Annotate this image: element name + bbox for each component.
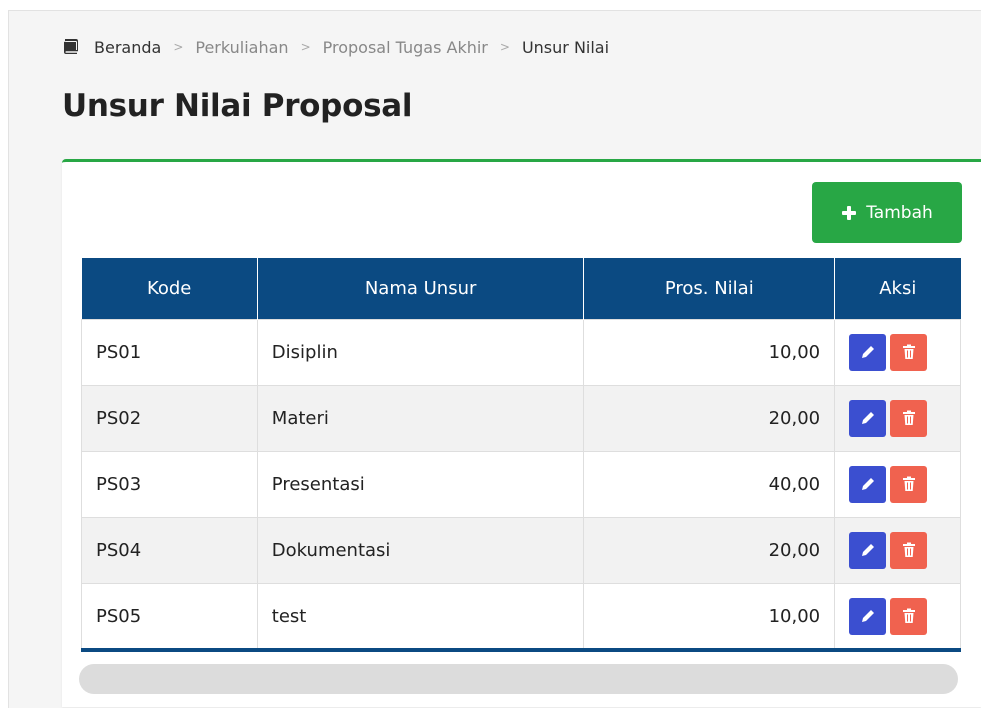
table-row: PS05 test 10,00 <box>81 582 961 650</box>
table-footer-divider <box>81 648 961 652</box>
horizontal-scrollbar[interactable] <box>79 664 958 694</box>
delete-button[interactable] <box>890 531 928 569</box>
table-row: PS02 Materi 20,00 <box>81 384 961 452</box>
table-row: PS03 Presentasi 40,00 <box>81 450 961 518</box>
edit-button[interactable] <box>849 531 887 569</box>
unsur-nilai-card: Tambah Kode Nama Unsur Pros. Nilai Aksi … <box>62 159 981 707</box>
trash-icon <box>902 410 915 425</box>
cell-pros-nilai: 10,00 <box>583 582 836 650</box>
table-row: PS01 Disiplin 10,00 <box>81 318 961 386</box>
trash-icon <box>902 608 915 623</box>
delete-button[interactable] <box>890 597 928 635</box>
column-header-kode[interactable]: Kode <box>81 258 258 319</box>
cell-kode: PS02 <box>81 384 258 452</box>
page-title: Unsur Nilai Proposal <box>62 88 413 124</box>
cell-aksi <box>834 516 961 584</box>
edit-button[interactable] <box>849 465 887 503</box>
edit-button[interactable] <box>849 597 887 635</box>
breadcrumb-unsur-nilai: Unsur Nilai <box>521 37 610 57</box>
cell-aksi <box>834 384 961 452</box>
plus-icon <box>841 205 857 221</box>
delete-button[interactable] <box>890 399 928 437</box>
trash-icon <box>902 542 915 557</box>
cell-kode: PS05 <box>81 582 258 650</box>
cell-nama-unsur: Presentasi <box>256 450 585 518</box>
delete-button[interactable] <box>890 465 928 503</box>
cell-kode: PS04 <box>81 516 258 584</box>
cell-aksi <box>834 450 961 518</box>
breadcrumb-proposal-tugas-akhir[interactable]: Proposal Tugas Akhir <box>323 38 488 57</box>
cell-nama-unsur: Dokumentasi <box>256 516 585 584</box>
cell-pros-nilai: 40,00 <box>583 450 836 518</box>
cell-nama-unsur: Disiplin <box>256 318 585 386</box>
cell-pros-nilai: 20,00 <box>583 516 836 584</box>
add-button-label: Tambah <box>866 202 933 223</box>
pencil-icon <box>861 346 874 358</box>
breadcrumb-perkuliahan[interactable]: Perkuliahan <box>195 38 288 57</box>
cell-aksi <box>834 318 961 386</box>
trash-icon <box>902 476 915 491</box>
cell-pros-nilai: 10,00 <box>583 318 836 386</box>
column-header-nama-unsur[interactable]: Nama Unsur <box>257 258 585 319</box>
column-header-aksi: Aksi <box>834 258 961 319</box>
breadcrumb: Beranda > Perkuliahan > Proposal Tugas A… <box>62 36 609 58</box>
chevron-right-icon: > <box>173 40 184 54</box>
cell-aksi <box>834 582 961 650</box>
table-header-row: Kode Nama Unsur Pros. Nilai Aksi <box>81 258 961 319</box>
edit-button[interactable] <box>849 333 887 371</box>
edit-button[interactable] <box>849 399 887 437</box>
cell-nama-unsur: Materi <box>256 384 585 452</box>
column-header-pros-nilai[interactable]: Pros. Nilai <box>583 258 836 319</box>
cell-kode: PS01 <box>81 318 258 386</box>
chevron-right-icon: > <box>499 40 510 54</box>
delete-button[interactable] <box>890 333 928 371</box>
trash-icon <box>902 344 915 359</box>
cell-nama-unsur: test <box>256 582 585 650</box>
cell-pros-nilai: 20,00 <box>583 384 836 452</box>
unsur-nilai-table: Kode Nama Unsur Pros. Nilai Aksi PS01 Di… <box>81 258 961 650</box>
book-icon <box>62 39 80 55</box>
pencil-icon <box>861 544 874 556</box>
table-row: PS04 Dokumentasi 20,00 <box>81 516 961 584</box>
pencil-icon <box>861 412 874 424</box>
breadcrumb-beranda[interactable]: Beranda <box>94 38 161 57</box>
cell-kode: PS03 <box>81 450 258 518</box>
chevron-right-icon: > <box>300 40 311 54</box>
pencil-icon <box>861 610 874 622</box>
pencil-icon <box>861 478 874 490</box>
add-button[interactable]: Tambah <box>812 182 962 243</box>
